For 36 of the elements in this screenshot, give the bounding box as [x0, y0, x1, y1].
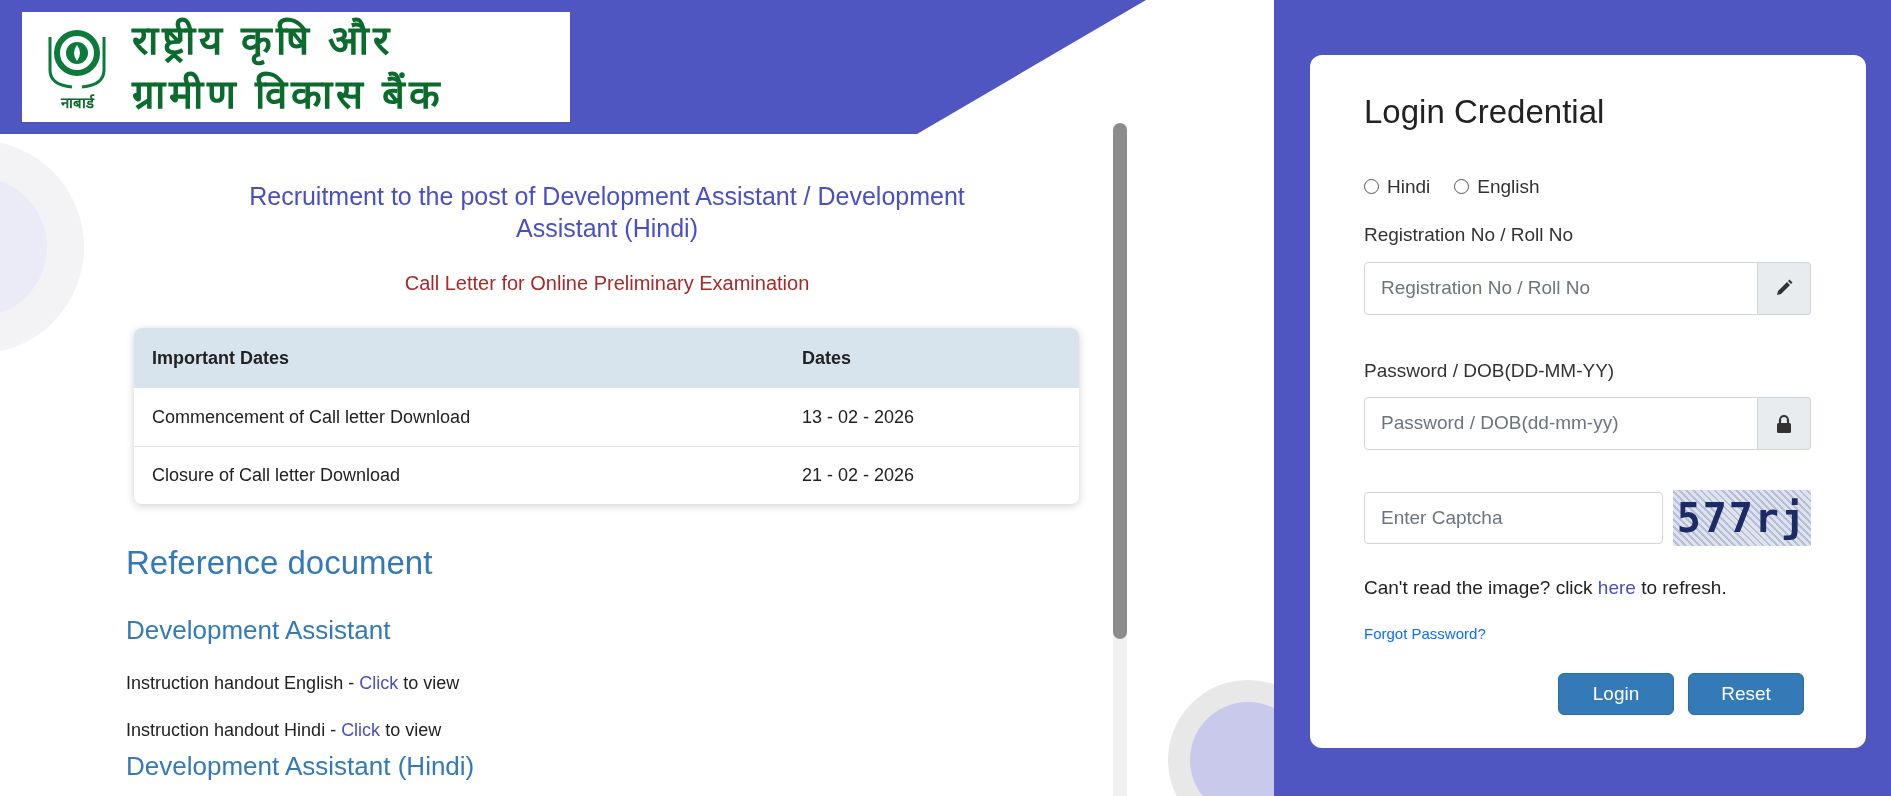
click-link[interactable]: Click [359, 672, 399, 693]
reset-button[interactable]: Reset [1688, 673, 1804, 715]
logo-text: राष्ट्रीय कृषि और [132, 15, 445, 65]
click-link[interactable]: Click [341, 719, 381, 740]
captcha-field[interactable]: Enter Captcha [1364, 492, 1663, 544]
field-label: Password / DOB(DD-MM-YY) [1364, 358, 1616, 383]
column-header: Dates [802, 346, 853, 370]
page-title: Recruitment to the post of Development Assistant / Development Assistant (Hindi) [248, 181, 966, 244]
table-cell-text: Commencement of Call letter Download [151, 405, 472, 429]
field-label: Registration No / Roll No [1364, 223, 1575, 247]
registration-field[interactable]: Registration No / Roll No [1364, 261, 1758, 315]
pencil-icon [1774, 278, 1794, 298]
scrollbar-thumb[interactable] [1113, 123, 1127, 639]
lock-icon [1776, 413, 1792, 434]
subsection-heading: Development Assistant [126, 613, 392, 646]
table-cell-text: Closure of Call letter Download [151, 464, 402, 487]
instruction-text: Instruction handout English - Click to view [126, 671, 461, 695]
language-option[interactable]: English [1454, 172, 1540, 201]
instruction-text: Instruction handout Hindi - Click to view [126, 718, 443, 742]
column-header: Important Dates [151, 346, 291, 370]
table-cell-text: 21 - 02 - 2026 [802, 464, 916, 487]
refresh-link[interactable]: here [1597, 577, 1636, 598]
subsection-heading: Development Assistant (Hindi) [126, 749, 476, 782]
password-field[interactable]: Password / DOB(dd-mm-yy) [1364, 397, 1758, 450]
forgot-password-link[interactable]: Forgot Password? [1364, 622, 1486, 645]
page-subtitle: Call Letter for Online Preliminary Examination [403, 271, 811, 296]
section-heading: Reference document [126, 543, 434, 583]
emblem-caption: नाबार्ड [60, 94, 94, 110]
scrollbar[interactable] [1113, 123, 1127, 796]
captcha-image: 577rj [1672, 490, 1811, 546]
refresh-hint: Can't read the image? click here to refresh. [1364, 576, 1728, 600]
login-button[interactable]: Login [1558, 673, 1674, 715]
table-cell-text: 13 - 02 - 2026 [802, 405, 916, 429]
logo-text: ग्रामीण विकास बैंक [132, 70, 445, 118]
language-option[interactable]: Hindi [1364, 172, 1431, 201]
login-title: Login Credential [1364, 92, 1606, 132]
